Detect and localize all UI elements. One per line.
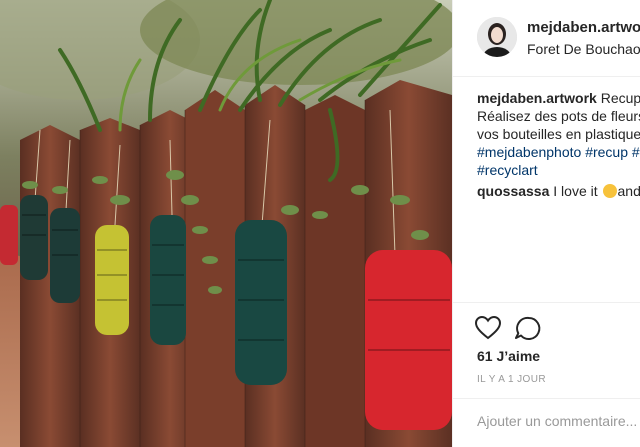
caption-text-line-2: Réalisez des pots de fleurs bbox=[477, 108, 640, 124]
comment-tail: and bbox=[617, 183, 640, 199]
heart-icon[interactable] bbox=[474, 315, 502, 340]
username[interactable]: mejdaben.artwork bbox=[527, 19, 640, 36]
hashtags-line-1[interactable]: #mejdabenphoto #recup # bbox=[477, 143, 640, 161]
post-photo[interactable] bbox=[0, 0, 452, 447]
comment-username[interactable]: quossassa bbox=[477, 183, 549, 199]
location[interactable]: Foret De Bouchaoui bbox=[527, 41, 640, 57]
post-header: mejdaben.artwork Foret De Bouchaoui bbox=[453, 0, 640, 77]
hanging-bottle-planters-image bbox=[0, 0, 452, 447]
add-comment-input[interactable]: Ajouter un commentaire... bbox=[477, 413, 637, 429]
post-details-panel: mejdaben.artwork Foret De Bouchaoui mejd… bbox=[452, 0, 640, 447]
comment: quossassa I love it and bbox=[477, 183, 640, 199]
divider bbox=[453, 398, 640, 399]
likes-count[interactable]: 61 J’aime bbox=[477, 348, 540, 364]
caption: mejdaben.artwork Recup Réalisez des pots… bbox=[477, 89, 640, 179]
hashtags-line-2[interactable]: #recyclart bbox=[477, 161, 640, 179]
post-time[interactable]: IL Y A 1 JOUR bbox=[477, 374, 546, 385]
caption-text-line-3: vos bouteilles en plastique bbox=[477, 126, 640, 142]
caption-text-line-1: Recup bbox=[600, 90, 640, 106]
divider bbox=[453, 302, 640, 303]
caption-username[interactable]: mejdaben.artwork bbox=[477, 90, 597, 106]
post-actions bbox=[474, 315, 545, 347]
smiling-face-emoji bbox=[602, 184, 617, 198]
comment-text: I love it bbox=[553, 183, 598, 199]
avatar[interactable] bbox=[477, 17, 517, 57]
comment-icon[interactable] bbox=[515, 316, 541, 340]
avatar-image bbox=[477, 17, 517, 57]
